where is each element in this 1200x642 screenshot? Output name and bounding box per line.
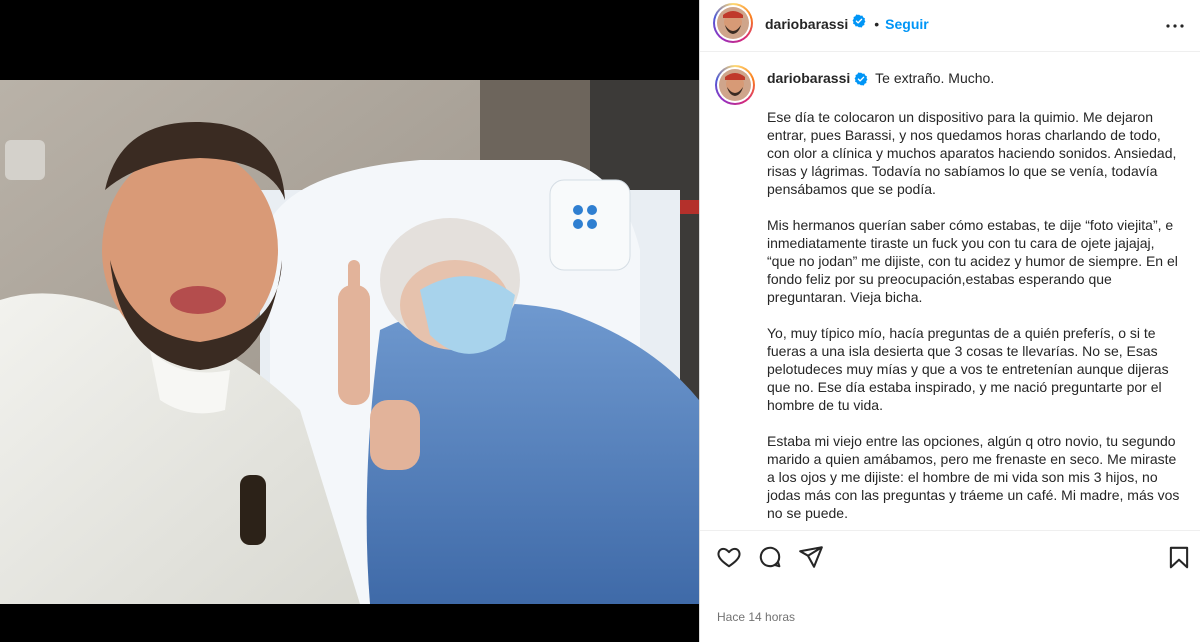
comment-icon[interactable] (757, 544, 783, 570)
media-pane (0, 0, 699, 642)
instagram-post-modal: dariobarassi • Seguir dariobarassi Te ex… (0, 0, 1200, 642)
post-photo[interactable] (0, 80, 699, 604)
caption-paragraph: Estaba mi viejo entre las opciones, algú… (767, 433, 1180, 521)
avatar[interactable] (713, 3, 753, 43)
caption-avatar[interactable] (715, 65, 755, 105)
caption-first-line: Te extraño. Mucho. (875, 70, 995, 86)
follow-button[interactable]: Seguir (885, 16, 929, 32)
caption-paragraph: Yo, muy típico mío, hacía preguntas de a… (767, 325, 1169, 413)
post-timestamp[interactable]: Hace 14 horas (717, 610, 795, 624)
verified-badge-icon (852, 14, 866, 33)
action-bar: Hace 14 horas (700, 530, 1200, 642)
caption-paragraph: Ese día te colocaron un dispositivo para… (767, 109, 1177, 197)
photo-illustration (0, 80, 699, 604)
bookmark-icon[interactable] (1166, 544, 1192, 570)
more-icon[interactable] (1163, 14, 1187, 38)
caption-username[interactable]: dariobarassi (767, 70, 850, 86)
caption-text: dariobarassi Te extraño. Mucho. Ese día … (767, 69, 1183, 530)
post-header: dariobarassi • Seguir (700, 0, 1200, 52)
caption-area[interactable]: dariobarassi Te extraño. Mucho. Ese día … (700, 53, 1200, 530)
post-side-panel: dariobarassi • Seguir dariobarassi Te ex… (699, 0, 1200, 642)
caption-paragraph: Mis hermanos querían saber cómo estabas,… (767, 217, 1178, 305)
username[interactable]: dariobarassi (765, 16, 848, 32)
verified-badge-icon (854, 72, 868, 90)
separator-dot: • (874, 15, 880, 32)
send-icon[interactable] (798, 544, 824, 570)
heart-icon[interactable] (716, 544, 742, 570)
